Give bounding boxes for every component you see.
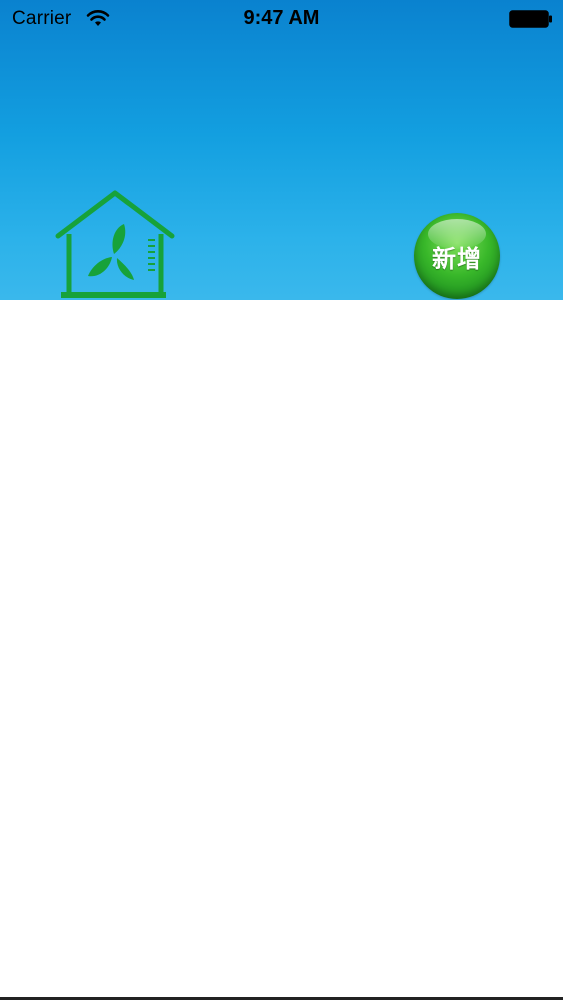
add-button-label: 新增 [432,244,482,273]
battery-icon [509,10,552,28]
content-area [0,300,563,997]
add-button[interactable]: 新增 [414,213,500,299]
status-bar: Carrier 9:47 AM [0,0,563,40]
status-time: 9:47 AM [243,7,320,29]
house-fan-icon [55,190,175,298]
header-banner: Carrier 9:47 AM 新增 [0,0,563,300]
